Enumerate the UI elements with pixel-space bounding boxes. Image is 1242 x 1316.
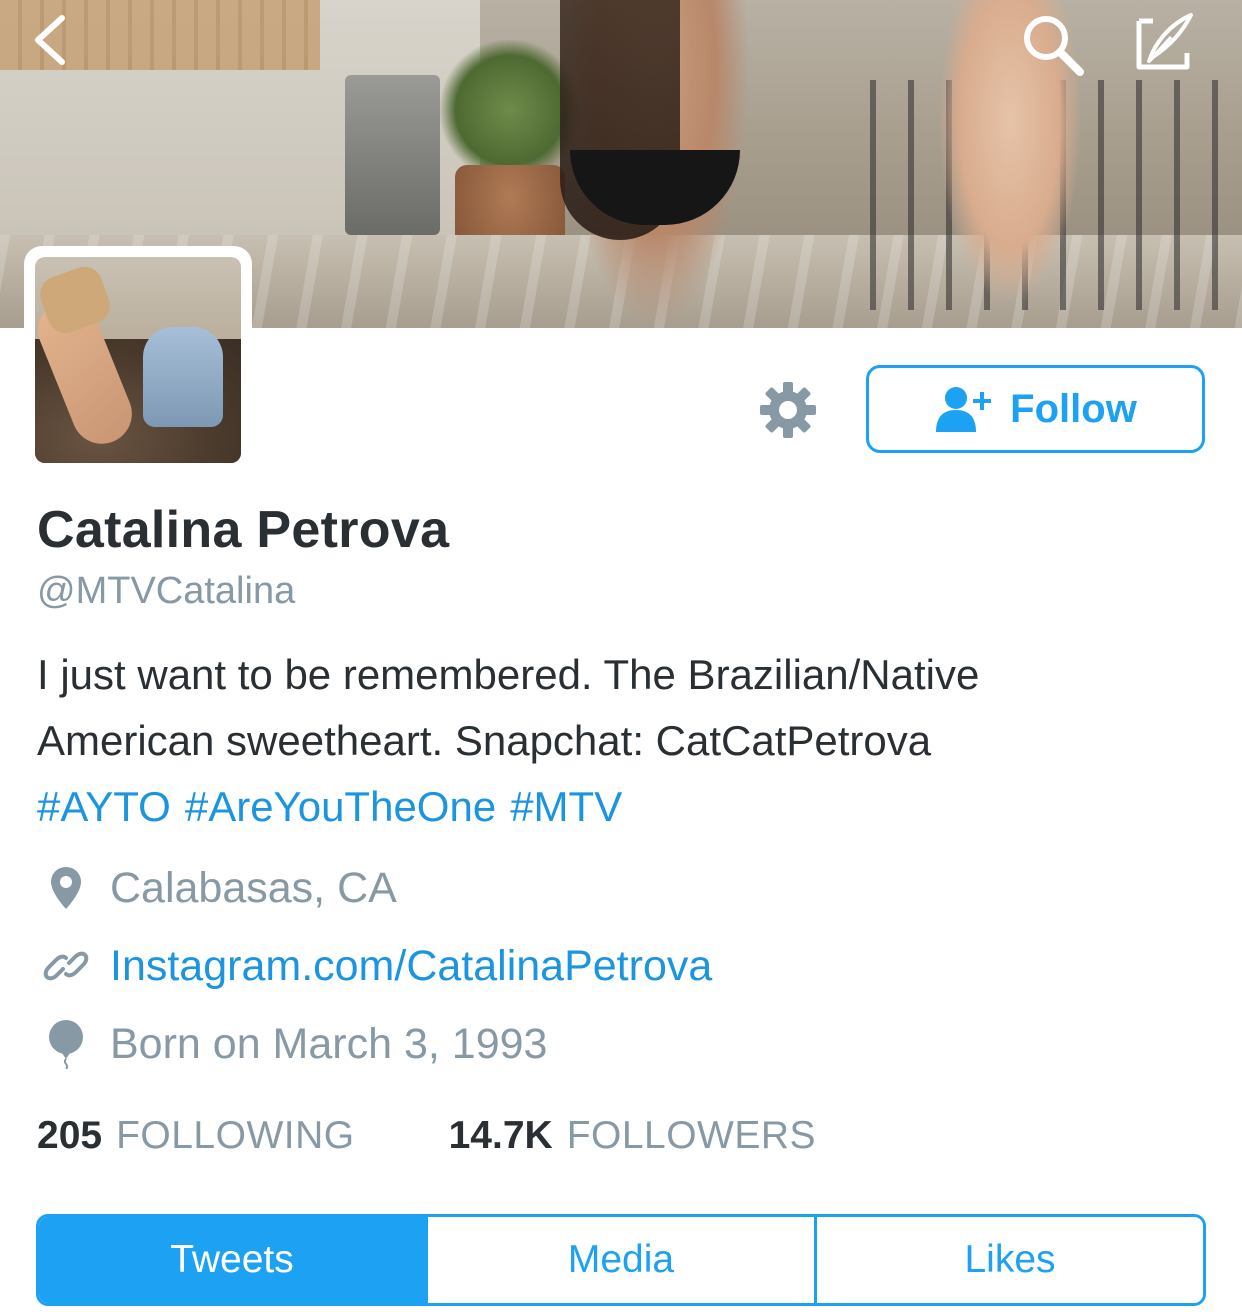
tab-tweets[interactable]: Tweets [39, 1217, 425, 1303]
back-button[interactable] [20, 10, 80, 70]
banner-plant [440, 40, 580, 180]
following-stat[interactable]: 205 FOLLOWING [37, 1114, 355, 1158]
location-text: Calabasas, CA [110, 863, 397, 912]
profile-birthday: Born on March 3, 1993 [40, 1018, 547, 1070]
tab-likes[interactable]: Likes [814, 1217, 1203, 1303]
following-label: FOLLOWING [116, 1114, 355, 1157]
bio-hashtags: #AYTO #AreYouTheOne #MTV [37, 774, 1207, 840]
compose-tweet-button[interactable] [1128, 6, 1200, 78]
followers-label: FOLLOWERS [566, 1114, 817, 1157]
birthday-text: Born on March 3, 1993 [110, 1019, 548, 1068]
profile-name: Catalina Petrova [37, 501, 450, 559]
avatar[interactable] [24, 246, 252, 474]
followers-stat[interactable]: 14.7K FOLLOWERS [449, 1114, 816, 1158]
profile-bio: I just want to be remembered. The Brazil… [37, 642, 1207, 840]
link-icon [40, 940, 92, 992]
avatar-image [35, 257, 241, 463]
hashtag-link[interactable]: #AreYouTheOne [185, 783, 496, 830]
settings-button[interactable] [756, 378, 820, 442]
location-pin-icon [40, 862, 92, 914]
followers-count: 14.7K [448, 1114, 553, 1157]
chevron-left-icon [35, 15, 65, 65]
balloon-icon [40, 1018, 92, 1070]
follow-button-label: Follow [1010, 386, 1137, 431]
banner-grill [345, 75, 440, 235]
bio-line: American sweetheart. Snapchat: CatCatPet… [37, 717, 932, 764]
profile-location: Calabasas, CA [40, 862, 397, 914]
profile-website[interactable]: Instagram.com/CatalinaPetrova [40, 940, 712, 992]
add-user-icon [936, 387, 992, 432]
gear-icon [760, 382, 816, 438]
following-count: 205 [37, 1114, 103, 1157]
hashtag-link[interactable]: #AYTO [37, 783, 171, 830]
profile-handle: @MTVCatalina [37, 570, 296, 612]
hashtag-link[interactable]: #MTV [510, 783, 622, 830]
compose-tweet-icon [1136, 13, 1193, 70]
profile-stats: 205 FOLLOWING 14.7K FOLLOWERS [37, 1114, 816, 1158]
website-link[interactable]: Instagram.com/CatalinaPetrova [110, 942, 712, 991]
profile-tabs: Tweets Media Likes [36, 1214, 1206, 1306]
follow-button[interactable]: Follow [866, 365, 1205, 453]
search-icon [1024, 16, 1084, 76]
bio-line: I just want to be remembered. The Brazil… [37, 651, 980, 698]
search-button[interactable] [1018, 10, 1088, 80]
avatar-jacket [143, 327, 223, 427]
tab-media[interactable]: Media [425, 1217, 814, 1303]
